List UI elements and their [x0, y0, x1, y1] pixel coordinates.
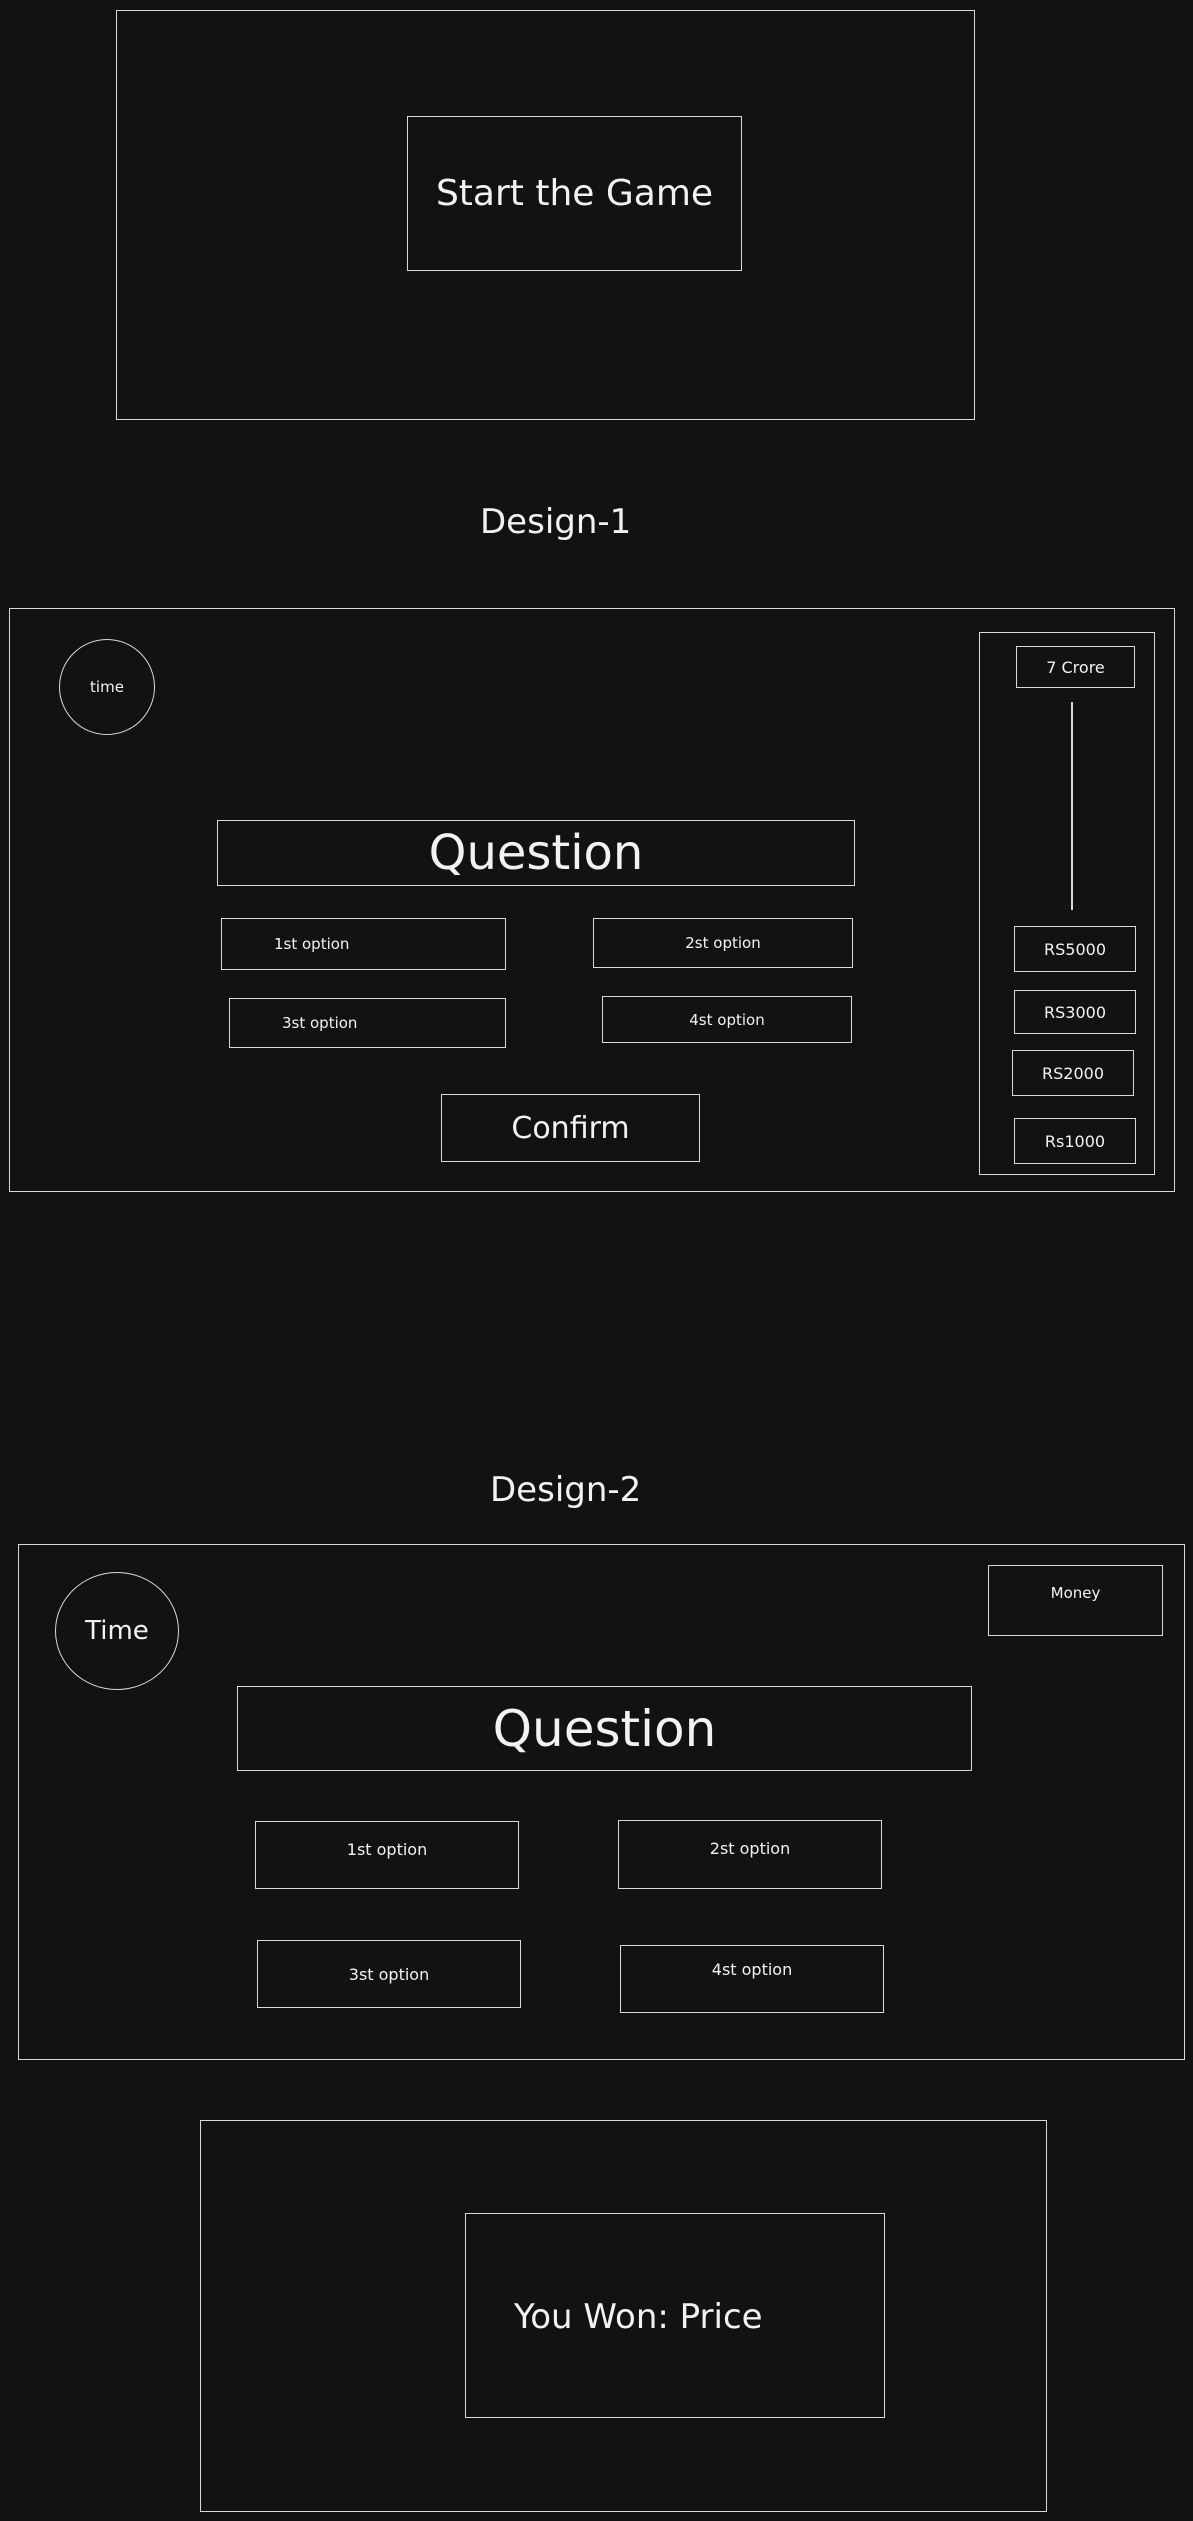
timer-label: time [90, 678, 124, 696]
timer-circle: Time [55, 1572, 179, 1690]
confirm-button[interactable]: Confirm [441, 1094, 700, 1162]
option-1-label: 1st option [346, 1840, 428, 1859]
option-2-label: 2st option [709, 1839, 791, 1858]
money-box: Money [988, 1565, 1163, 1636]
option-2-button[interactable]: 2st option [593, 918, 853, 968]
option-3-label: 3st option [348, 1964, 430, 1984]
prize-level-2: RS3000 [1014, 990, 1136, 1034]
prize-ladder-line [1071, 702, 1073, 910]
design-2-heading: Design-2 [490, 1470, 642, 1510]
timer-label: Time [85, 1616, 149, 1646]
question-box: Question [237, 1686, 972, 1771]
option-1-button[interactable]: 1st option [255, 1821, 519, 1889]
prize-level-4: Rs1000 [1014, 1118, 1136, 1164]
option-1-button[interactable]: 1st option [221, 918, 506, 970]
option-4-label: 4st option [711, 1960, 793, 1979]
option-4-label: 4st option [689, 1010, 765, 1029]
prize-level-1: RS5000 [1014, 926, 1136, 972]
prize-level-3: RS2000 [1012, 1050, 1134, 1096]
design-1-heading: Design-1 [480, 502, 632, 542]
result-label: You Won: Price [514, 2297, 763, 2337]
prize-top-box: 7 Crore [1016, 646, 1135, 688]
option-1-label: 1st option [274, 935, 350, 953]
money-label: Money [1050, 1584, 1101, 1602]
option-3-button[interactable]: 3st option [229, 998, 506, 1048]
start-game-button[interactable]: Start the Game [407, 116, 742, 271]
option-3-label: 3st option [282, 1014, 358, 1032]
option-2-label: 2st option [685, 934, 761, 952]
option-4-button[interactable]: 4st option [602, 996, 852, 1043]
question-box: Question [217, 820, 855, 886]
option-3-button[interactable]: 3st option [257, 1940, 521, 2008]
timer-circle: time [59, 639, 155, 735]
option-2-button[interactable]: 2st option [618, 1820, 882, 1889]
option-4-button[interactable]: 4st option [620, 1945, 884, 2013]
